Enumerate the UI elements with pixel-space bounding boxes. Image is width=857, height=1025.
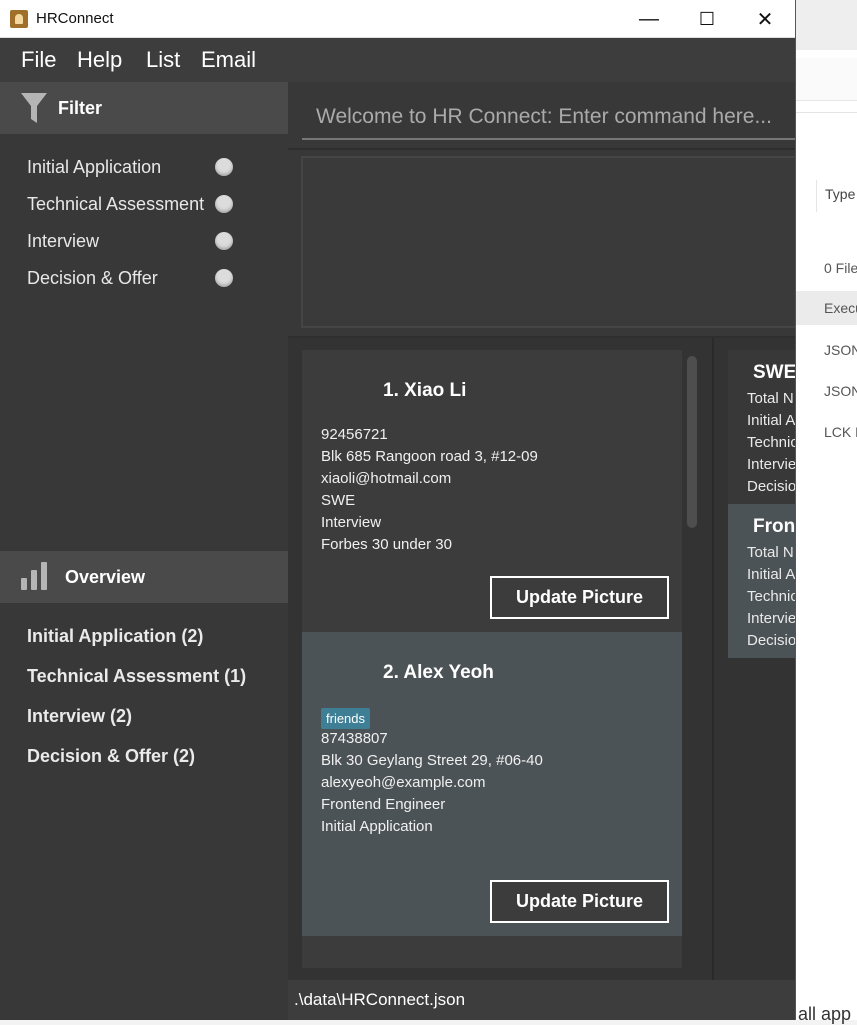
role-title: Front <box>753 516 796 537</box>
update-picture-button[interactable]: Update Picture <box>490 880 669 923</box>
background-row: JSON <box>824 383 857 399</box>
overview-item-technical-assessment: Technical Assessment (1) <box>27 666 247 686</box>
filter-radio-decision-offer[interactable] <box>215 269 233 287</box>
background-divider <box>796 112 857 113</box>
filter-icon <box>21 93 47 123</box>
person-role: Frontend Engineer <box>321 796 446 813</box>
person-address: Blk 30 Geylang Street 29, #06-40 <box>321 752 543 769</box>
role-title: SWE <box>753 362 796 383</box>
menu-list[interactable]: List <box>146 47 180 73</box>
menu-help[interactable]: Help <box>77 47 122 73</box>
role-stat: Intervie <box>747 456 796 473</box>
role-card: Front Total N Initial A Technic Intervie… <box>728 504 796 658</box>
sidebar: Filter Initial Application Technical Ass… <box>0 82 288 1020</box>
minimize-button[interactable]: — <box>620 0 678 38</box>
filter-radio-technical-assessment[interactable] <box>215 195 233 213</box>
app-icon <box>10 10 28 28</box>
filter-radio-initial-application[interactable] <box>215 158 233 176</box>
background-titlebar <box>796 0 857 50</box>
list-scrollbar[interactable] <box>687 356 697 528</box>
background-row: JSON <box>824 342 857 358</box>
role-stat: Decisio <box>747 632 796 649</box>
person-email: alexyeoh@example.com <box>321 774 486 791</box>
overview-item-decision-offer: Decision & Offer (2) <box>27 746 196 766</box>
person-name: 1. Xiao Li <box>383 380 467 401</box>
person-address: Blk 685 Rangoon road 3, #12-09 <box>321 448 538 465</box>
filter-title: Filter <box>58 98 103 118</box>
filter-item-initial-application: Initial Application <box>27 157 162 177</box>
window-title: HRConnect <box>36 10 114 27</box>
person-list[interactable]: 1. Xiao Li 92456721 Blk 685 Rangoon road… <box>288 338 714 980</box>
role-stat: Total N <box>747 544 794 561</box>
person-email: xiaoli@hotmail.com <box>321 470 452 487</box>
person-phone: 87438807 <box>321 730 388 747</box>
background-row: LCK F <box>824 424 857 440</box>
role-stat: Technic <box>747 588 796 605</box>
filter-item-interview: Interview <box>27 231 100 251</box>
command-input[interactable] <box>302 96 795 140</box>
overview-item-interview: Interview (2) <box>27 706 133 726</box>
role-stat: Initial A <box>747 412 796 429</box>
maximize-button[interactable]: ☐ <box>678 0 736 38</box>
role-stat: Total N <box>747 390 794 407</box>
menu-email[interactable]: Email <box>201 47 256 73</box>
overview-header: Overview <box>0 551 288 603</box>
background-window: Type 0 File Execu JSON JSON LCK F all ap… <box>796 0 857 1024</box>
filter-item-decision-offer: Decision & Offer <box>27 268 158 288</box>
tag-badge: friends <box>321 708 371 729</box>
title-bar: HRConnect — ☐ ✕ <box>0 0 795 38</box>
role-card: SWE Total N Initial A Technic Intervie D… <box>728 350 796 504</box>
update-picture-button[interactable]: Update Picture <box>490 576 669 619</box>
person-phone: 92456721 <box>321 426 388 443</box>
role-stat: Technic <box>747 434 796 451</box>
role-stat: Decisio <box>747 478 796 495</box>
filter-radio-interview[interactable] <box>215 232 233 250</box>
background-row: Execu <box>796 291 857 325</box>
menu-bar: File Help List Email <box>0 38 795 82</box>
background-column-header: Type <box>816 180 857 212</box>
filter-item-technical-assessment: Technical Assessment <box>27 194 205 214</box>
person-card[interactable]: 1. Xiao Li 92456721 Blk 685 Rangoon road… <box>302 350 682 632</box>
close-button[interactable]: ✕ <box>736 0 794 38</box>
person-name: 2. Alex Yeoh <box>383 662 494 683</box>
result-area <box>288 150 795 338</box>
status-bar: .\data\HRConnect.json <box>288 980 795 1020</box>
person-role: SWE <box>321 492 356 509</box>
bar-chart-icon <box>21 562 47 590</box>
person-note: Forbes 30 under 30 <box>321 536 452 553</box>
filter-header: Filter <box>0 82 288 134</box>
background-row: 0 File <box>824 260 857 276</box>
hrconnect-window: HRConnect — ☐ ✕ File Help List Email Fil… <box>0 0 796 1020</box>
overview-title: Overview <box>65 567 146 587</box>
person-card[interactable] <box>302 936 682 968</box>
person-stage: Initial Application <box>321 818 433 835</box>
background-bottom-text: all app <box>798 1004 852 1024</box>
role-overview-pane: SWE Total N Initial A Technic Intervie D… <box>714 338 796 980</box>
result-display <box>301 156 795 328</box>
menu-file[interactable]: File <box>21 47 56 73</box>
person-stage: Interview <box>321 514 382 531</box>
command-area <box>288 82 795 150</box>
background-address-bar <box>796 58 857 101</box>
overview-item-initial-application: Initial Application (2) <box>27 626 204 646</box>
person-card[interactable]: 2. Alex Yeoh friends 87438807 Blk 30 Gey… <box>302 632 682 936</box>
role-stat: Initial A <box>747 566 796 583</box>
role-stat: Intervie <box>747 610 796 627</box>
